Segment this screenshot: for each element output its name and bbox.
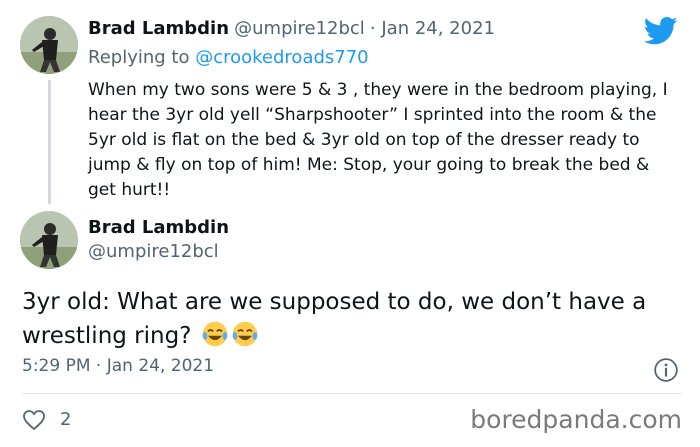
author-name[interactable]: Brad Lambdin <box>88 217 229 238</box>
avatar[interactable] <box>20 16 78 74</box>
tweet-timestamp[interactable]: 5:29 PM · Jan 24, 2021 <box>22 356 214 376</box>
main-tweet-text: 3yr old: What are we supposed to do, we … <box>22 285 682 353</box>
heart-icon[interactable] <box>22 408 46 432</box>
avatar[interactable] <box>20 211 78 269</box>
tweet-screenshot: Brad Lambdin @umpire12bcl · Jan 24, 2021… <box>0 0 700 447</box>
thread-line <box>48 80 51 204</box>
tweet-date[interactable]: · Jan 24, 2021 <box>370 18 495 39</box>
info-icon[interactable] <box>653 357 679 383</box>
replying-label: Replying to <box>88 47 190 68</box>
replying-to-mention[interactable]: @crookedroads770 <box>195 47 368 68</box>
reply-tweet-header: Brad Lambdin @umpire12bcl · Jan 24, 2021 <box>88 18 495 39</box>
reply-tweet-text: When my two sons were 5 & 3 , they were … <box>88 80 668 200</box>
watermark: boredpanda.com <box>470 405 682 434</box>
tears-of-joy-emoji-icon <box>202 321 228 347</box>
author-handle[interactable]: @umpire12bcl <box>88 241 219 262</box>
replying-to: Replying to @crookedroads770 <box>88 47 369 68</box>
author-name[interactable]: Brad Lambdin <box>88 18 229 39</box>
tears-of-joy-emoji-icon <box>232 321 258 347</box>
main-tweet-text-content: 3yr old: What are we supposed to do, we … <box>22 289 647 349</box>
twitter-logo-icon <box>644 16 678 45</box>
like-count: 2 <box>60 409 72 430</box>
divider <box>22 393 682 394</box>
author-handle[interactable]: @umpire12bcl <box>234 18 365 39</box>
